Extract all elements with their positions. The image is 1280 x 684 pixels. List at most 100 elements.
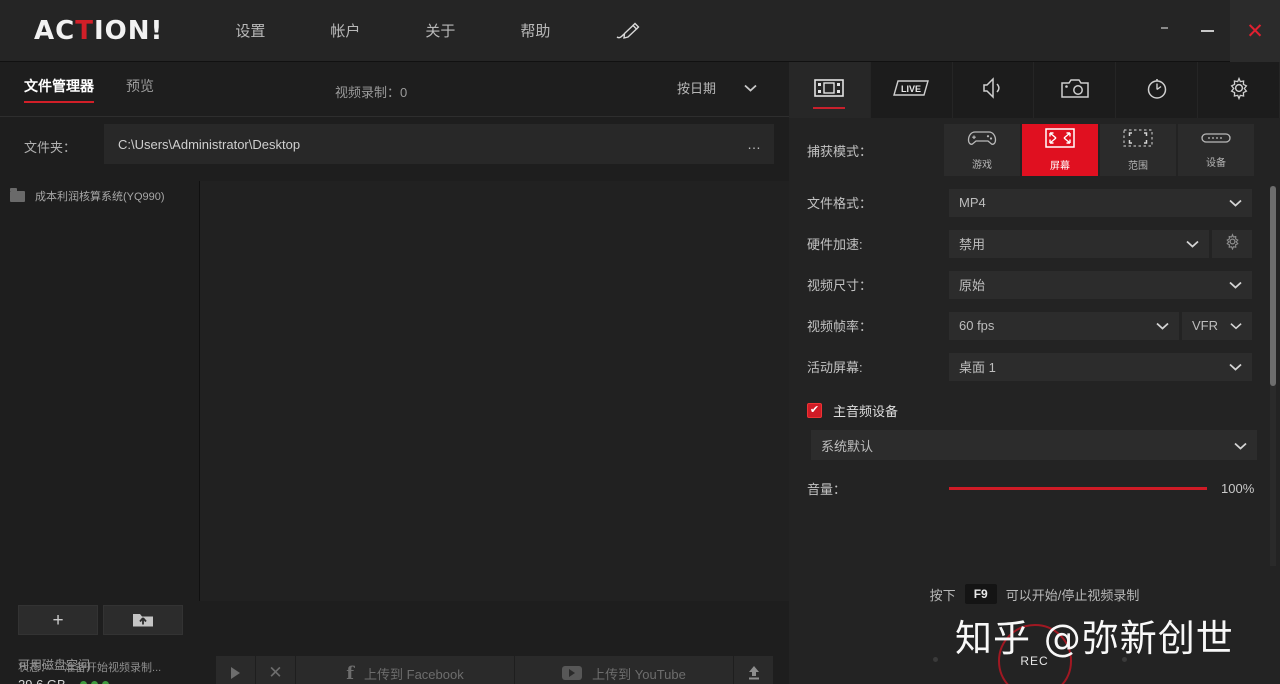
file-actions: + — [18, 605, 188, 635]
svg-text:LIVE: LIVE — [901, 84, 921, 94]
video-size-dropdown[interactable]: 原始 — [949, 270, 1252, 299]
record-controls: REC — [789, 620, 1280, 684]
audio-device-value: 系统默认 — [821, 438, 874, 454]
hardware-acceleration-settings-button[interactable] — [1212, 229, 1252, 258]
nav-help[interactable]: 帮助 — [510, 14, 560, 47]
folder-path-input[interactable]: C:\Users\Administrator\Desktop … — [104, 124, 774, 164]
scrollbar-thumb[interactable] — [1270, 186, 1276, 386]
recording-count: 视频录制：0 — [335, 85, 408, 100]
add-button[interactable]: + — [18, 605, 98, 635]
facebook-icon: f — [346, 662, 355, 684]
tab-live-stream[interactable]: LIVE — [871, 62, 953, 118]
file-format-dropdown[interactable]: MP4 — [949, 188, 1252, 217]
status-bar: 状态： 准备开始视频录制... — [18, 659, 161, 675]
nav-account[interactable]: 帐户 — [320, 14, 370, 47]
framerate-mode-dropdown[interactable]: VFR — [1182, 311, 1252, 340]
chevron-down-icon — [1230, 318, 1242, 333]
list-item[interactable]: 成本利润核算系统(YQ990) — [0, 181, 199, 211]
main-audio-device-label: 主音频设备 — [833, 403, 899, 419]
capture-mode-device[interactable]: 设备 — [1178, 124, 1254, 176]
setting-active-screen: 活动屏幕: 桌面 1 — [789, 346, 1280, 387]
file-manager-toolbar: 文件管理器 预览 视频录制：0 按日期 — [0, 62, 789, 117]
main-audio-device-checkbox[interactable]: ✔ — [807, 402, 822, 418]
pen-icon[interactable] — [605, 15, 651, 47]
upload-icon[interactable] — [734, 656, 774, 684]
active-screen-dropdown[interactable]: 桌面 1 — [949, 352, 1252, 381]
capture-mode-region[interactable]: 范围 — [1100, 124, 1176, 176]
disk-space-value: 29.6 GB — [18, 677, 66, 684]
tab-preferences[interactable] — [1198, 62, 1280, 118]
tab-record-audio[interactable] — [953, 62, 1035, 118]
minimize-icon[interactable] — [1184, 0, 1230, 62]
sort-dropdown[interactable]: 按日期 — [677, 78, 757, 97]
audio-device-dropdown[interactable]: 系统默认 — [811, 430, 1257, 460]
folder-label: 文件夹： — [24, 140, 77, 155]
upload-facebook-label: 上传到 Facebook — [364, 666, 464, 682]
tab-screenshot[interactable] — [1034, 62, 1117, 118]
preview-area — [200, 181, 789, 601]
tab-record-video[interactable] — [789, 62, 871, 118]
video-framerate-dropdown[interactable]: 60 fps — [949, 311, 1179, 340]
setting-video-size: 视频尺寸： 原始 — [789, 264, 1280, 305]
film-icon — [814, 77, 845, 104]
dashed-region-icon — [1123, 128, 1153, 153]
audio-device-row: 系统默认 — [789, 430, 1280, 460]
gear-icon — [1224, 232, 1241, 255]
main-audio-device-row: ✔ 主音频设备 — [789, 393, 1280, 427]
video-framerate-value: 60 fps — [959, 318, 995, 333]
left-tabs: 文件管理器 预览 — [24, 76, 186, 103]
pin-icon[interactable] — [1144, 0, 1184, 62]
capture-mode-game[interactable]: 游戏 — [944, 124, 1020, 176]
play-icon[interactable] — [216, 656, 256, 684]
setting-hardware-acceleration: 硬件加速: 禁用 — [789, 223, 1280, 264]
right-tabs: LIVE — [789, 62, 1280, 118]
setting-file-format-label: 文件格式： — [807, 196, 873, 211]
capture-mode-game-label: 游戏 — [972, 160, 992, 171]
list-item-label: 成本利润核算系统(YQ990) — [35, 191, 165, 203]
settings-scrollbar[interactable] — [1270, 186, 1276, 566]
live-icon: LIVE — [892, 78, 930, 103]
upload-facebook-button[interactable]: f 上传到 Facebook — [296, 656, 515, 684]
delete-icon[interactable]: ✕ — [256, 656, 296, 684]
setting-video-framerate-label: 视频帧率： — [807, 319, 873, 334]
volume-slider[interactable] — [949, 480, 1207, 496]
chevron-down-icon — [1156, 318, 1169, 333]
chevron-down-icon — [744, 80, 757, 95]
volume-row: 音量： 100% — [789, 468, 1280, 508]
chevron-down-icon — [1234, 438, 1247, 453]
close-icon[interactable]: ✕ — [1230, 0, 1280, 62]
file-format-value: MP4 — [959, 195, 986, 210]
chevron-down-icon — [1229, 277, 1242, 292]
record-button[interactable]: REC — [997, 624, 1072, 684]
upload-youtube-button[interactable]: 上传到 YouTube — [515, 656, 734, 684]
action-recorder-window: ACTION! 设置 帐户 关于 帮助 ✕ 文件管理器 预览 视频录制：0 按日… — [0, 0, 1280, 684]
hardware-acceleration-dropdown[interactable]: 禁用 — [949, 229, 1209, 258]
folder-icon — [10, 187, 25, 202]
capture-mode-device-label: 设备 — [1206, 158, 1226, 169]
tab-file-manager[interactable]: 文件管理器 — [24, 76, 94, 103]
video-size-value: 原始 — [959, 278, 986, 293]
hotkey-prefix: 按下 — [929, 587, 956, 603]
setting-active-screen-label: 活动屏幕: — [807, 360, 863, 375]
capture-mode-screen[interactable]: 屏幕 — [1022, 124, 1098, 176]
volume-label: 音量： — [807, 481, 847, 497]
logo-part-t: T — [75, 15, 94, 46]
nav-about[interactable]: 关于 — [415, 14, 465, 47]
record-button-label: REC — [1020, 654, 1049, 668]
tab-preview[interactable]: 预览 — [126, 76, 154, 103]
upload-toolbar: ✕ f 上传到 Facebook 上传到 YouTube — [216, 656, 774, 684]
hotkey-suffix: 可以开始/停止视频录制 — [1005, 587, 1140, 603]
app-logo: ACTION! — [34, 16, 163, 46]
tab-benchmark[interactable] — [1116, 62, 1199, 118]
logo-part-2: ION! — [93, 15, 164, 46]
speaker-icon — [981, 76, 1005, 105]
nav-settings[interactable]: 设置 — [225, 14, 275, 47]
folder-upload-icon[interactable] — [103, 605, 183, 635]
setting-video-size-label: 视频尺寸： — [807, 278, 873, 293]
setting-video-framerate: 视频帧率： 60 fps VFR — [789, 305, 1280, 346]
record-dot-left-icon — [933, 657, 938, 662]
main-nav: 设置 帐户 关于 帮助 — [225, 14, 651, 47]
file-list[interactable]: 成本利润核算系统(YQ990) — [0, 181, 200, 601]
folder-browse-button[interactable]: … — [747, 136, 762, 152]
folder-path-value: C:\Users\Administrator\Desktop — [118, 136, 301, 152]
